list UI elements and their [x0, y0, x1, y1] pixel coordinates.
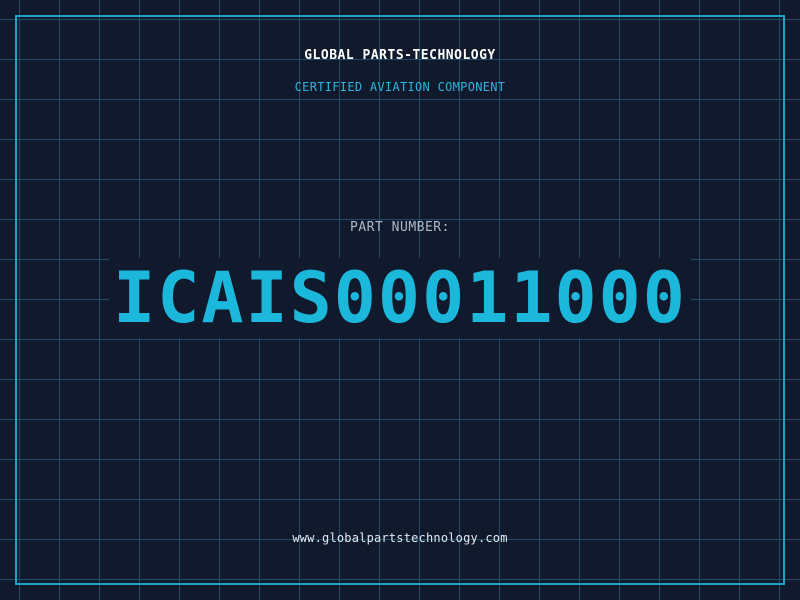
part-number-container: ICAIS00011000 — [0, 258, 800, 338]
part-number-value: ICAIS00011000 — [109, 258, 691, 338]
certification-tagline: CERTIFIED AVIATION COMPONENT — [294, 80, 506, 94]
company-name: GLOBAL PARTS-TECHNOLOGY — [304, 48, 496, 63]
website-url: www.globalpartstechnology.com — [292, 531, 508, 545]
part-number-label: PART NUMBER: — [350, 220, 450, 235]
